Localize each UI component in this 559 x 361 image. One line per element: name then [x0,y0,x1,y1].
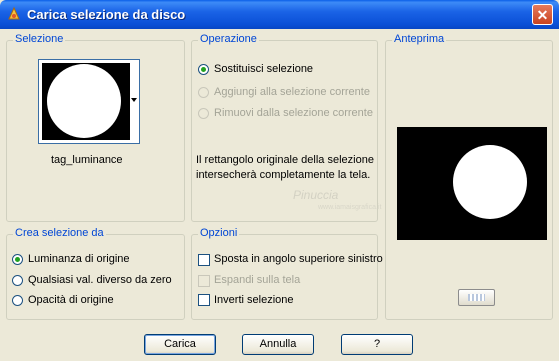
radio-sostituisci-selezione[interactable] [198,64,209,75]
close-icon: ✕ [536,7,549,23]
operation-description-line1: Il rettangolo originale della selezione [196,154,374,166]
selection-thumbnail [42,63,130,140]
radio-luminanza-label[interactable]: Luminanza di origine [28,253,130,265]
crea-selezione-legend: Crea selezione da [13,227,106,239]
chevron-down-icon[interactable] [131,98,137,102]
selection-file-name: tag_luminance [51,154,123,166]
preview-circle [453,145,527,219]
radio-opacita-label[interactable]: Opacità di origine [28,294,114,306]
watermark-text: Pinuccia [293,188,339,202]
cancel-button[interactable]: Annulla [242,334,314,355]
anteprima-legend: Anteprima [392,33,447,45]
radio-rimuovi-label[interactable]: Rimuovi dalla selezione corrente [214,107,373,119]
radio-aggiungi-label[interactable]: Aggiungi alla selezione corrente [214,86,370,98]
title-bar[interactable]: Carica selezione da disco ✕ [0,0,559,29]
operation-description-line2: intersecherà completamente la tela. [196,169,371,181]
close-button[interactable]: ✕ [532,4,553,25]
radio-sostituisci-label[interactable]: Sostituisci selezione [214,63,313,75]
checker-pattern-icon [468,294,485,301]
checkbox-sposta-angolo[interactable] [198,254,210,266]
radio-opacita-origine[interactable] [12,295,23,306]
radio-qualsiasi-label[interactable]: Qualsiasi val. diverso da zero [28,274,172,286]
radio-qualsiasi-valore[interactable] [12,275,23,286]
checkbox-inverti-label[interactable]: Inverti selezione [214,294,294,306]
selezione-legend: Selezione [13,33,66,45]
operazione-legend: Operazione [198,33,259,45]
app-icon [8,6,20,20]
checkbox-inverti-selezione[interactable] [198,294,210,306]
watermark-url: www.iamaisgrafica.it [318,204,382,211]
selection-thumbnail-dropdown[interactable] [38,59,140,144]
radio-aggiungi-selezione[interactable] [198,87,209,98]
radio-rimuovi-selezione[interactable] [198,108,209,119]
window-title: Carica selezione da disco [27,7,186,22]
dialog-window: Carica selezione da disco ✕ Selezione ta… [0,0,559,361]
preview-image [397,127,547,240]
load-button[interactable]: Carica [144,334,216,355]
checkbox-sposta-label[interactable]: Sposta in angolo superiore sinistro [214,253,383,265]
opzioni-legend: Opzioni [198,227,240,239]
checkbox-espandi-tela[interactable] [198,275,210,287]
radio-luminanza-origine[interactable] [12,254,23,265]
help-button[interactable]: ? [341,334,413,355]
checkbox-espandi-label[interactable]: Espandi sulla tela [214,274,300,286]
thumbnail-circle [47,64,121,138]
preview-toggle-button[interactable] [458,289,495,306]
